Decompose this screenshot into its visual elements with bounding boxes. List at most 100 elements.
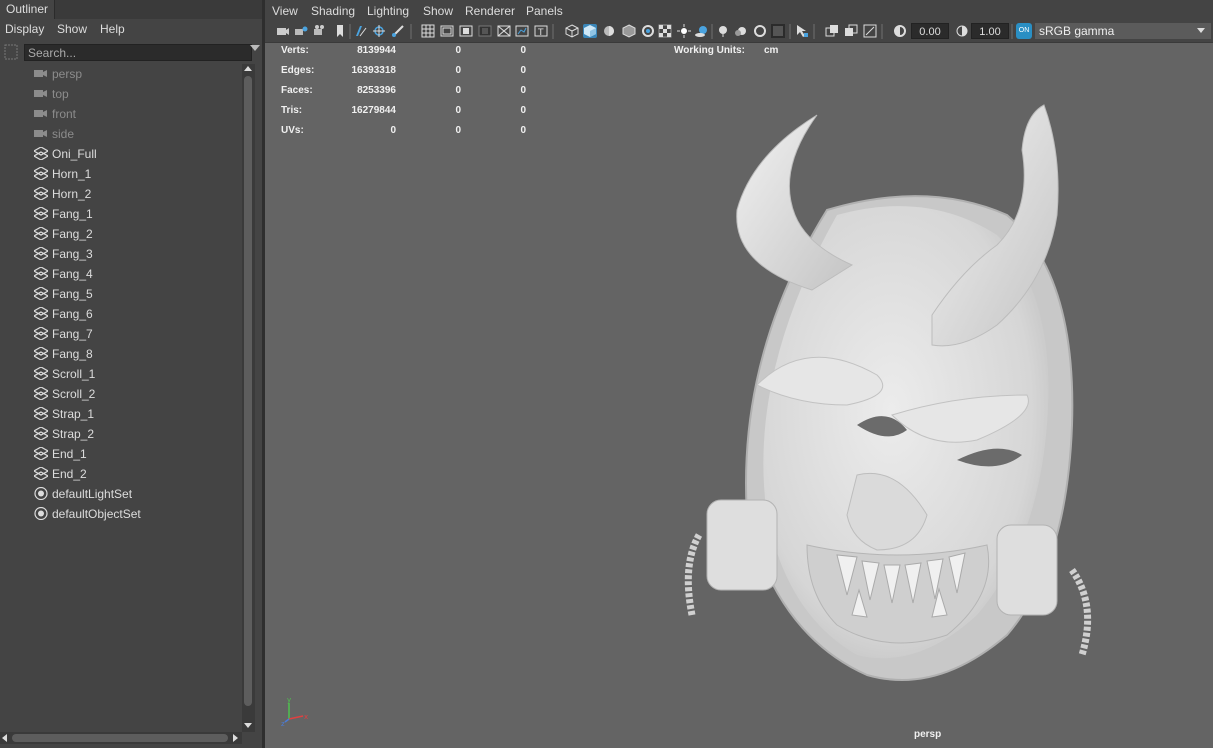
outliner-item-label: Fang_5 xyxy=(52,287,93,301)
hud-value: 0 xyxy=(455,45,461,56)
bookmarks-icon[interactable] xyxy=(313,24,327,38)
menu-renderer[interactable]: Renderer xyxy=(465,3,515,19)
outliner-item-fang-2[interactable]: Fang_2 xyxy=(0,224,242,244)
outliner-item-fang-3[interactable]: Fang_3 xyxy=(0,244,242,264)
outliner-item-side[interactable]: side xyxy=(0,124,242,144)
menu-help[interactable]: Help xyxy=(100,19,125,39)
search-dropdown-icon[interactable] xyxy=(250,45,260,51)
chevron-down-icon xyxy=(1197,28,1205,33)
outliner-item-strap-1[interactable]: Strap_1 xyxy=(0,404,242,424)
outliner-item-front[interactable]: front xyxy=(0,104,242,124)
mesh-icon xyxy=(34,187,48,200)
grease-pencil-icon[interactable] xyxy=(391,24,405,38)
mesh-icon xyxy=(34,367,48,380)
scroll-up-icon[interactable] xyxy=(244,66,252,71)
outliner-item-scroll-1[interactable]: Scroll_1 xyxy=(0,364,242,384)
search-row: Search... xyxy=(0,42,262,64)
outliner-item-end-2[interactable]: End_2 xyxy=(0,464,242,484)
exposure-icon[interactable] xyxy=(893,24,907,38)
scroll-thumb[interactable] xyxy=(12,734,228,742)
outliner-item-defaultobjectset[interactable]: defaultObjectSet xyxy=(0,504,242,524)
outliner-item-end-1[interactable]: End_1 xyxy=(0,444,242,464)
menu-lighting[interactable]: Lighting xyxy=(367,3,409,19)
xray-icon[interactable] xyxy=(658,24,672,38)
wireframe-icon[interactable] xyxy=(565,24,579,38)
menu-show[interactable]: Show xyxy=(57,19,87,39)
outliner-item-persp[interactable]: persp xyxy=(0,64,242,84)
camera-icon xyxy=(34,130,47,137)
viewport-panel[interactable]: View Shading Lighting Show Renderer Pane… xyxy=(265,0,1213,748)
filter-grip-icon[interactable] xyxy=(4,44,18,60)
safe-title-icon[interactable]: T xyxy=(534,24,548,38)
xray-active-icon[interactable] xyxy=(844,24,858,38)
menu-display[interactable]: Display xyxy=(5,19,44,39)
safe-action-icon[interactable] xyxy=(515,24,529,38)
select-camera-icon[interactable] xyxy=(276,24,290,38)
oni-mask-model[interactable] xyxy=(677,95,1117,695)
vertical-scrollbar[interactable] xyxy=(242,64,255,732)
outliner-item-label: Strap_1 xyxy=(52,407,95,421)
isolate-icon[interactable] xyxy=(641,24,655,38)
smooth-shade-icon[interactable] xyxy=(583,24,597,38)
outliner-item-scroll-2[interactable]: Scroll_2 xyxy=(0,384,242,404)
isolate-select-icon[interactable] xyxy=(795,24,809,38)
outliner-item-defaultlightset[interactable]: defaultLightSet xyxy=(0,484,242,504)
hud-value: 16393318 xyxy=(351,65,397,76)
multisample-aa-icon[interactable] xyxy=(753,24,767,38)
image-plane-icon[interactable] xyxy=(354,24,368,38)
outliner-item-fang-1[interactable]: Fang_1 xyxy=(0,204,242,224)
scroll-down-icon[interactable] xyxy=(244,723,252,728)
gate-mask-icon[interactable] xyxy=(478,24,492,38)
hud-value: 8139944 xyxy=(357,45,396,56)
menu-view[interactable]: View xyxy=(272,3,298,19)
field-chart-icon[interactable] xyxy=(497,24,511,38)
camera-attributes-icon[interactable] xyxy=(294,24,308,38)
scroll-thumb[interactable] xyxy=(244,76,252,706)
grid-icon[interactable] xyxy=(421,24,435,38)
default-material-icon[interactable] xyxy=(602,24,616,38)
scroll-left-icon[interactable] xyxy=(2,734,7,742)
outliner-item-fang-8[interactable]: Fang_8 xyxy=(0,344,242,364)
menu-show[interactable]: Show xyxy=(423,3,453,19)
gamma-field[interactable]: 1.00 xyxy=(971,23,1009,39)
outliner-item-label: persp xyxy=(52,67,83,81)
horizontal-scrollbar[interactable] xyxy=(0,732,242,744)
outliner-item-fang-4[interactable]: Fang_4 xyxy=(0,264,242,284)
search-input[interactable]: Search... xyxy=(24,44,252,61)
hud-label: Tris: xyxy=(281,105,303,116)
hud-value: 0 xyxy=(520,85,526,96)
color-space-select[interactable]: sRGB gamma xyxy=(1035,23,1211,39)
film-gate-icon[interactable] xyxy=(440,24,454,38)
shaded-wireframe-icon[interactable] xyxy=(622,24,636,38)
shadows-icon[interactable] xyxy=(695,24,709,38)
scroll-right-icon[interactable] xyxy=(233,734,238,742)
use-all-lights-icon[interactable] xyxy=(677,24,691,38)
motion-blur-icon[interactable] xyxy=(734,24,748,38)
bookmark-icon[interactable] xyxy=(333,24,347,38)
backface-culling-icon[interactable] xyxy=(863,24,877,38)
outliner-item-fang-6[interactable]: Fang_6 xyxy=(0,304,242,324)
xray-joints-icon[interactable] xyxy=(825,24,839,38)
outliner-item-label: front xyxy=(52,107,77,121)
menu-panels[interactable]: Panels xyxy=(526,3,563,19)
2d-pan-zoom-icon[interactable] xyxy=(372,24,386,38)
resolution-gate-icon[interactable] xyxy=(459,24,473,38)
gamma-icon[interactable] xyxy=(955,24,969,38)
outliner-item-oni-full[interactable]: Oni_Full xyxy=(0,144,242,164)
hud-value: 0 xyxy=(455,125,461,136)
outliner-item-strap-2[interactable]: Strap_2 xyxy=(0,424,242,444)
outliner-item-fang-5[interactable]: Fang_5 xyxy=(0,284,242,304)
outliner-item-horn-2[interactable]: Horn_2 xyxy=(0,184,242,204)
outliner-item-horn-1[interactable]: Horn_1 xyxy=(0,164,242,184)
toolbar-separator xyxy=(552,24,554,39)
outliner-item-top[interactable]: top xyxy=(0,84,242,104)
outliner-item-label: Fang_1 xyxy=(52,207,93,221)
color-management-toggle[interactable]: ON xyxy=(1016,23,1032,39)
svg-text:y: y xyxy=(287,696,291,704)
exposure-field[interactable]: 0.00 xyxy=(911,23,949,39)
outliner-tab[interactable]: Outliner xyxy=(0,0,56,19)
menu-shading[interactable]: Shading xyxy=(311,3,355,19)
outliner-item-fang-7[interactable]: Fang_7 xyxy=(0,324,242,344)
depth-of-field-icon[interactable] xyxy=(771,24,785,38)
screen-space-ao-icon[interactable] xyxy=(716,24,730,38)
